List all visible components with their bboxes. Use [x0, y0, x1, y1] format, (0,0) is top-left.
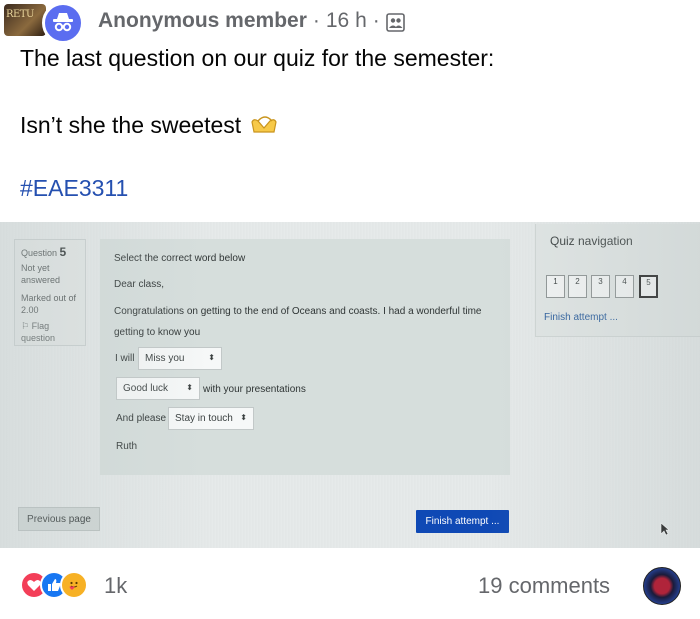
answer-select-2-value: Good luck — [123, 383, 169, 394]
viewer-avatar[interactable] — [643, 567, 681, 605]
answer-select-3-value: Stay in touch — [175, 413, 233, 424]
and-please-label: And please — [116, 413, 167, 424]
letter-greeting: Dear class, — [114, 279, 165, 290]
nav-question-4[interactable]: 4 — [615, 275, 634, 298]
finish-attempt-link[interactable]: Finish attempt ... — [544, 312, 618, 323]
i-will-label: I will — [115, 353, 135, 364]
question-status: Not yet answered — [21, 263, 61, 285]
letter-signature: Ruth — [116, 441, 138, 452]
nav-question-1[interactable]: 1 — [546, 275, 565, 298]
nav-question-5[interactable]: 5 — [639, 275, 658, 298]
mouse-cursor-icon — [660, 522, 670, 536]
author-name[interactable]: Anonymous member — [98, 9, 307, 33]
post-text-line-2-text: Isn’t she the sweetest — [20, 112, 242, 138]
question-content: Select the correct word below Dear class… — [100, 239, 510, 475]
question-number-value: 5 — [59, 245, 67, 259]
post-footer: 1k 19 comments — [0, 548, 700, 619]
flag-icon: ⚐ — [21, 321, 30, 331]
nav-question-2[interactable]: 2 — [568, 275, 587, 298]
separator: · — [312, 9, 320, 32]
answer-select-1[interactable]: Miss you ⬍ — [138, 347, 222, 370]
group-avatar-text: RETU — [6, 9, 34, 20]
flag-question-link[interactable]: ⚐ Flag question — [21, 320, 79, 344]
quiz-navigation-title: Quiz navigation — [550, 234, 633, 248]
quiz-navigation-panel: Quiz navigation 1 2 3 4 5 Finish attempt… — [535, 224, 700, 337]
comments-count[interactable]: 19 comments — [478, 573, 610, 599]
select-arrow-icon: ⬍ — [186, 383, 193, 392]
care-icon — [60, 571, 88, 599]
post-photo[interactable]: Question 5 Not yet answered Marked out o… — [0, 222, 700, 548]
anonymous-avatar-icon[interactable] — [42, 2, 84, 44]
with-presentations-text: with your presentations — [203, 384, 306, 395]
hashtag-link[interactable]: #EAE3311 — [20, 175, 128, 202]
nav-question-3[interactable]: 3 — [591, 275, 610, 298]
select-arrow-icon: ⬍ — [240, 413, 247, 422]
post-text-line-2: Isn’t she the sweetest — [20, 111, 278, 139]
answer-select-3[interactable]: Stay in touch ⬍ — [168, 407, 254, 430]
select-arrow-icon: ⬍ — [208, 353, 215, 362]
question-info-box: Question 5 Not yet answered Marked out o… — [14, 239, 86, 346]
question-label: Question — [21, 248, 58, 258]
author-line: Anonymous member · 16 h · — [98, 9, 405, 33]
post-header: RETU Anonymous member · 16 h · — [0, 0, 700, 44]
post-time[interactable]: 16 h — [326, 9, 367, 33]
post-text-line-1: The last question on our quiz for the se… — [20, 45, 495, 71]
question-number: Question 5 — [21, 246, 79, 259]
finish-attempt-button[interactable]: Finish attempt ... — [416, 510, 509, 533]
group-avatar[interactable]: RETU — [4, 4, 46, 36]
reactions-summary[interactable] — [20, 571, 100, 599]
heart-hands-icon — [248, 112, 278, 138]
letter-body-line-2: getting to know you — [114, 327, 201, 338]
question-instruction: Select the correct word below — [114, 253, 246, 264]
previous-page-button[interactable]: Previous page — [18, 507, 100, 531]
question-marks: Marked out of 2.00 — [21, 293, 77, 315]
separator-2: · — [372, 9, 380, 32]
group-members-icon — [385, 12, 405, 32]
answer-select-1-value: Miss you — [145, 353, 185, 364]
reaction-count[interactable]: 1k — [104, 573, 127, 599]
answer-select-2[interactable]: Good luck ⬍ — [116, 377, 200, 400]
letter-body-line-1: Congratulations on getting to the end of… — [114, 306, 482, 317]
